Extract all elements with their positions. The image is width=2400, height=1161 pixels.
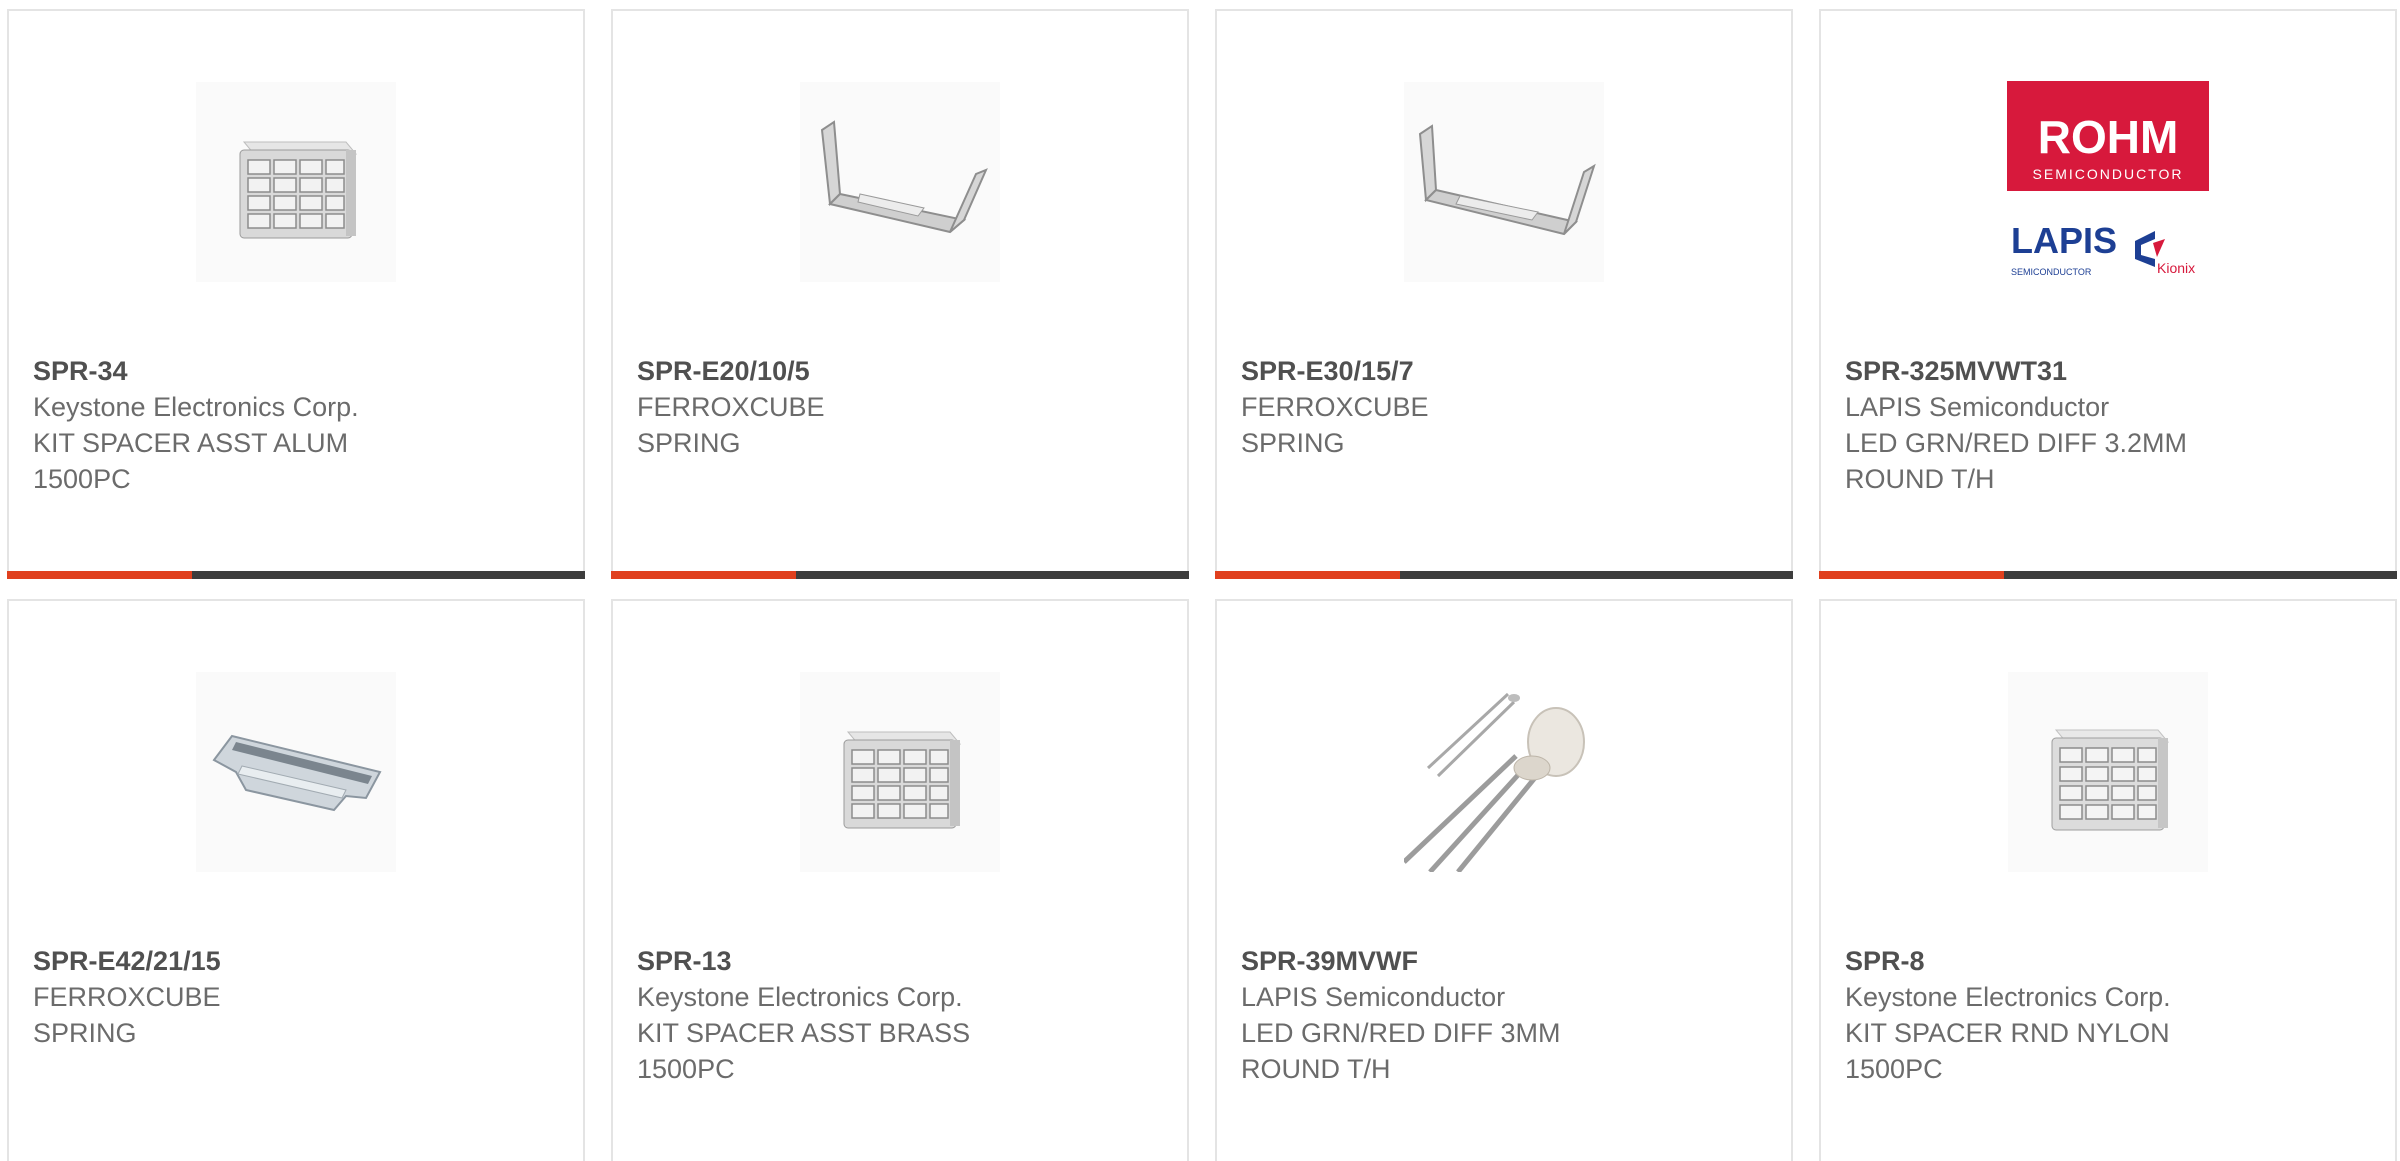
description-extra: 1500PC: [33, 464, 131, 494]
progress-bar: [7, 571, 585, 579]
progress-bar: [1215, 571, 1793, 579]
spring-clip-icon[interactable]: [799, 81, 1001, 283]
product-info: SPR-E20/10/5 FERROXCUBE SPRING: [637, 353, 1167, 461]
manufacturer: FERROXCUBE: [33, 982, 221, 1012]
product-info: SPR-13 Keystone Electronics Corp. KIT SP…: [637, 943, 1167, 1087]
part-number[interactable]: SPR-8: [1845, 943, 2375, 979]
product-card[interactable]: SPR-39MVWF LAPIS Semiconductor LED GRN/R…: [1215, 599, 1793, 1161]
spring-plate-icon[interactable]: [195, 671, 397, 873]
lapis-subtitle: SEMICONDUCTOR: [2011, 267, 2092, 277]
manufacturer: FERROXCUBE: [1241, 392, 1429, 422]
product-card[interactable]: SPR-E30/15/7 FERROXCUBE SPRING: [1215, 9, 1793, 579]
product-info: SPR-E30/15/7 FERROXCUBE SPRING: [1241, 353, 1771, 461]
part-number[interactable]: SPR-E30/15/7: [1241, 353, 1771, 389]
product-card[interactable]: SPR-E20/10/5 FERROXCUBE SPRING: [611, 9, 1189, 579]
lapis-wordmark: LAPIS: [2011, 220, 2117, 261]
description: SPRING: [33, 1018, 137, 1048]
product-info: SPR-34 Keystone Electronics Corp. KIT SP…: [33, 353, 563, 497]
part-number[interactable]: SPR-13: [637, 943, 1167, 979]
progress-fill: [1215, 571, 1400, 579]
spacer-kit-icon[interactable]: [195, 81, 397, 283]
description: SPRING: [637, 428, 741, 458]
kionix-wordmark: Kionix: [2157, 260, 2195, 276]
description: KIT SPACER ASST BRASS: [637, 1018, 971, 1048]
rohm-logo[interactable]: ROHM SEMICONDUCTOR LAPIS SEMICONDUCTOR K…: [2007, 81, 2209, 283]
part-number[interactable]: SPR-325MVWT31: [1845, 353, 2375, 389]
manufacturer: FERROXCUBE: [637, 392, 825, 422]
product-card[interactable]: SPR-34 Keystone Electronics Corp. KIT SP…: [7, 9, 585, 579]
product-info: SPR-E42/21/15 FERROXCUBE SPRING: [33, 943, 563, 1051]
description: SPRING: [1241, 428, 1345, 458]
description-extra: ROUND T/H: [1241, 1054, 1391, 1084]
progress-bar: [1819, 571, 2397, 579]
spring-clip-icon[interactable]: [1403, 81, 1605, 283]
product-card[interactable]: ROHM SEMICONDUCTOR LAPIS SEMICONDUCTOR K…: [1819, 9, 2397, 579]
progress-fill: [7, 571, 192, 579]
description: KIT SPACER ASST ALUM: [33, 428, 349, 458]
product-card[interactable]: SPR-13 Keystone Electronics Corp. KIT SP…: [611, 599, 1189, 1161]
product-card[interactable]: SPR-8 Keystone Electronics Corp. KIT SPA…: [1819, 599, 2397, 1161]
product-info: SPR-39MVWF LAPIS Semiconductor LED GRN/R…: [1241, 943, 1771, 1087]
product-grid: SPR-34 Keystone Electronics Corp. KIT SP…: [0, 0, 2400, 1161]
product-info: SPR-325MVWT31 LAPIS Semiconductor LED GR…: [1845, 353, 2375, 497]
manufacturer: LAPIS Semiconductor: [1241, 982, 1506, 1012]
product-card[interactable]: SPR-E42/21/15 FERROXCUBE SPRING: [7, 599, 585, 1161]
manufacturer: Keystone Electronics Corp.: [33, 392, 359, 422]
description: KIT SPACER RND NYLON: [1845, 1018, 2170, 1048]
manufacturer: Keystone Electronics Corp.: [637, 982, 963, 1012]
part-number[interactable]: SPR-E42/21/15: [33, 943, 563, 979]
part-number[interactable]: SPR-E20/10/5: [637, 353, 1167, 389]
progress-fill: [611, 571, 796, 579]
manufacturer: Keystone Electronics Corp.: [1845, 982, 2171, 1012]
part-number[interactable]: SPR-34: [33, 353, 563, 389]
spacer-kit-icon[interactable]: [2007, 671, 2209, 873]
rohm-wordmark: ROHM: [2038, 111, 2179, 163]
description-extra: ROUND T/H: [1845, 464, 1995, 494]
description: LED GRN/RED DIFF 3MM: [1241, 1018, 1561, 1048]
led-icon[interactable]: [1403, 671, 1605, 873]
spacer-kit-icon[interactable]: [799, 671, 1001, 873]
manufacturer: LAPIS Semiconductor: [1845, 392, 2110, 422]
description: LED GRN/RED DIFF 3.2MM: [1845, 428, 2188, 458]
rohm-subtitle: SEMICONDUCTOR: [2033, 166, 2184, 182]
description-extra: 1500PC: [1845, 1054, 1943, 1084]
progress-bar: [611, 571, 1189, 579]
progress-fill: [1819, 571, 2004, 579]
description-extra: 1500PC: [637, 1054, 735, 1084]
product-info: SPR-8 Keystone Electronics Corp. KIT SPA…: [1845, 943, 2375, 1087]
part-number[interactable]: SPR-39MVWF: [1241, 943, 1771, 979]
